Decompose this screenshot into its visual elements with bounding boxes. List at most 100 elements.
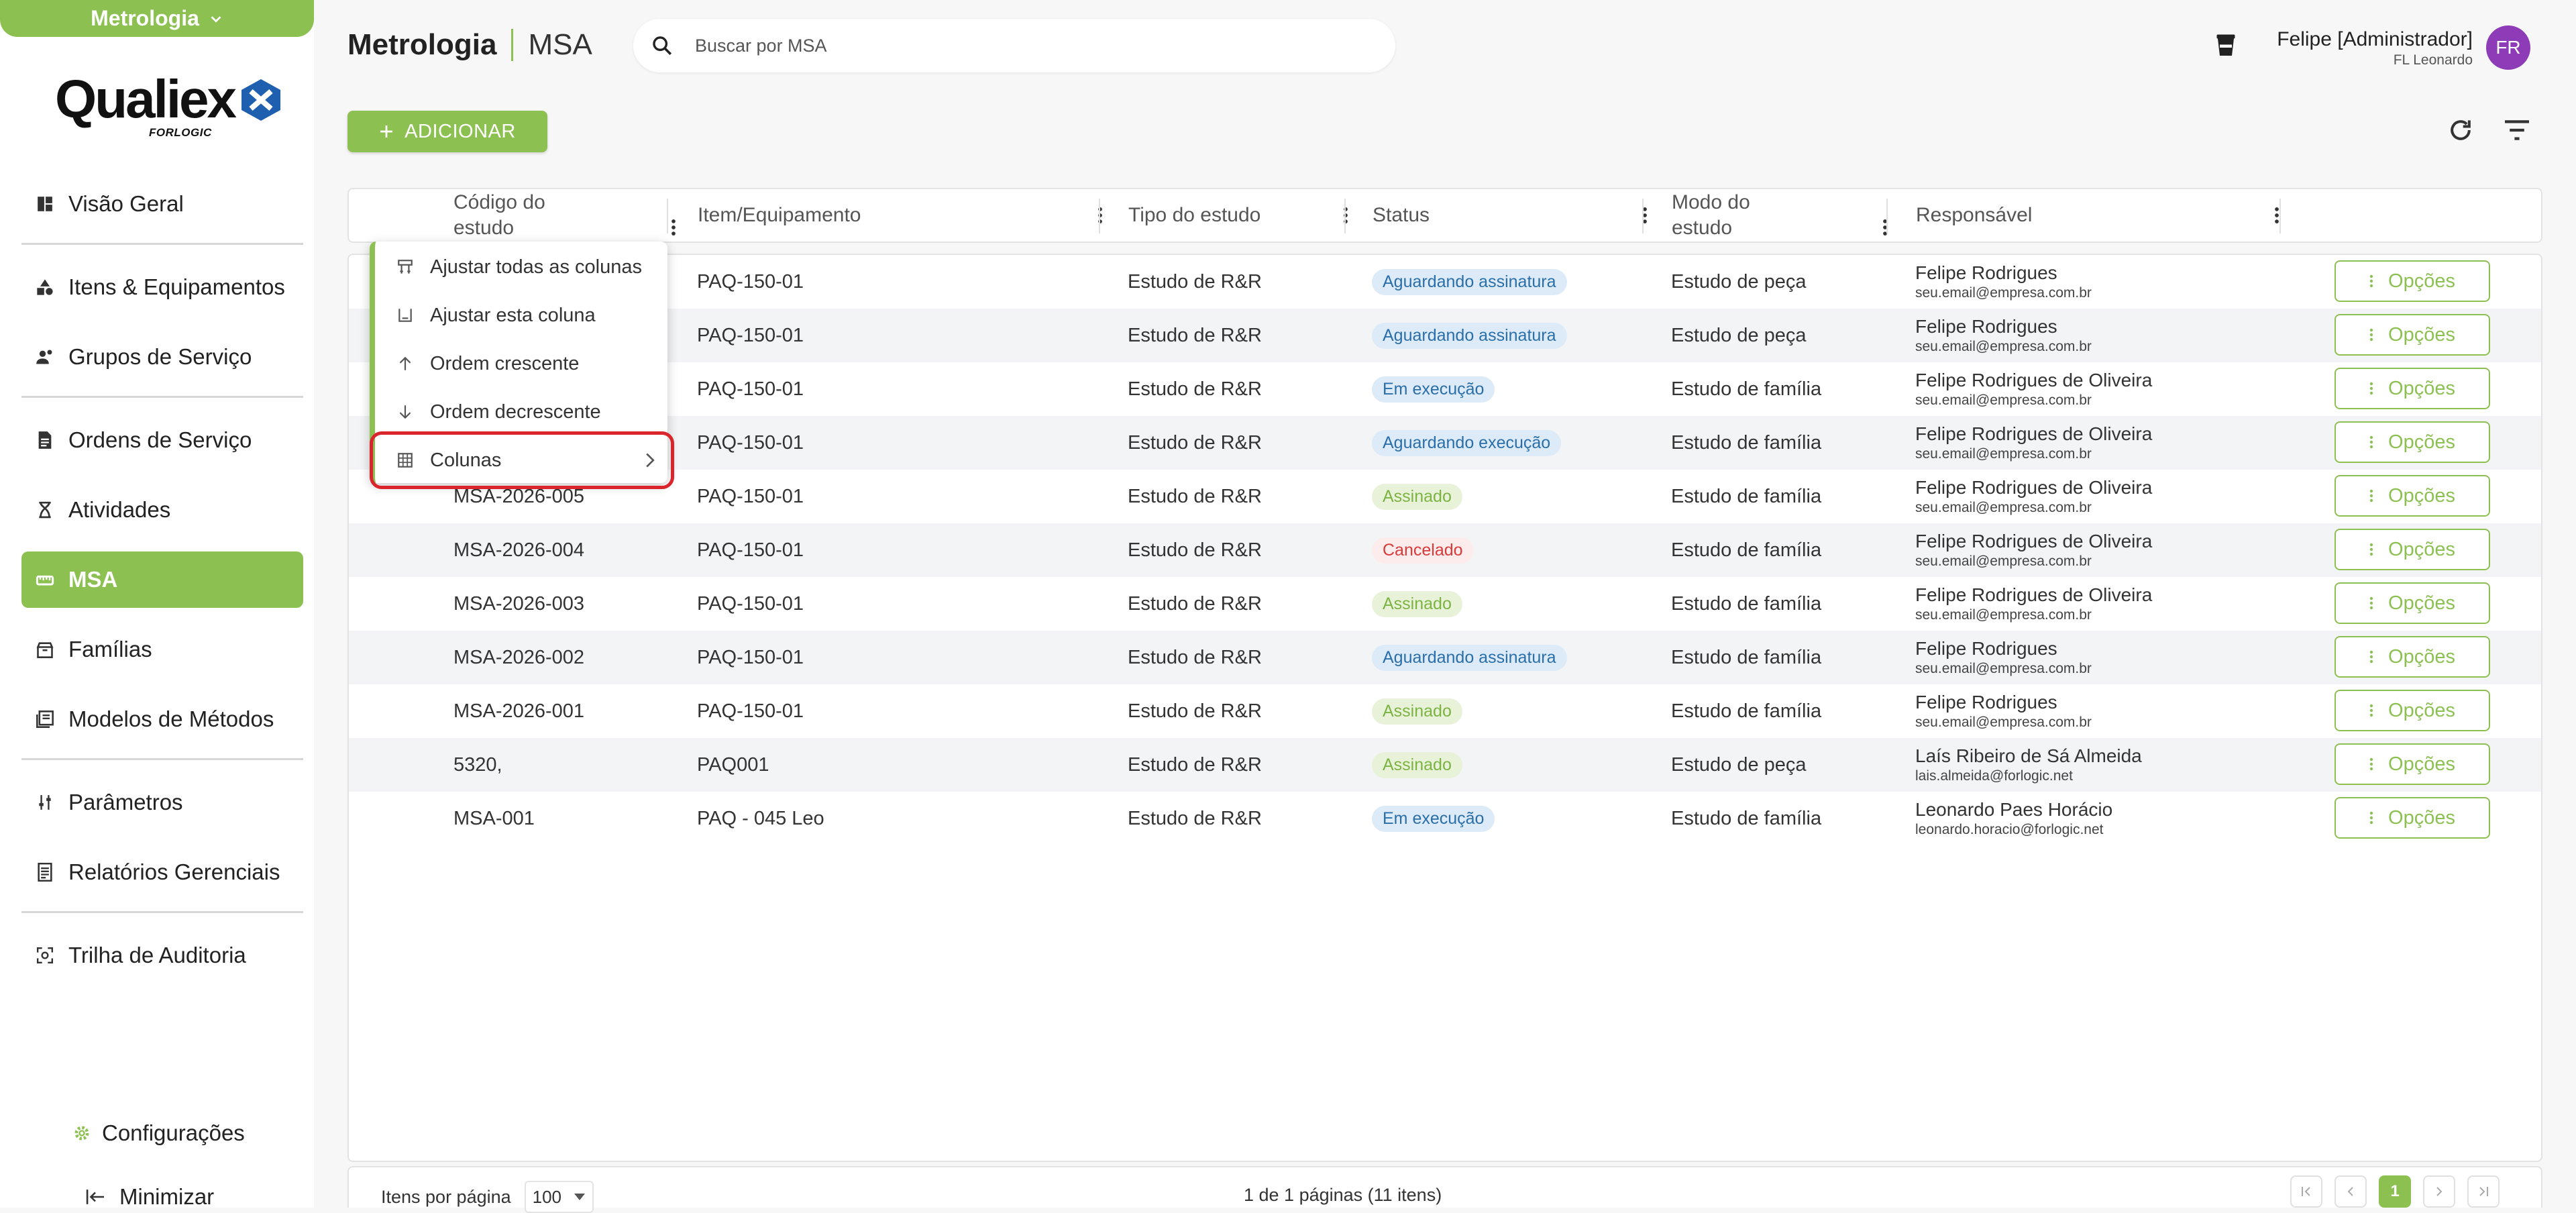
pagination-bar: Itens por página 100 1 de 1 páginas (11 …: [347, 1166, 2542, 1213]
options-button[interactable]: Opções: [2334, 260, 2490, 302]
sidebar-item-visao-geral[interactable]: Visão Geral: [21, 176, 303, 232]
column-separator: [1886, 199, 1888, 233]
table-row[interactable]: MSA-001 PAQ - 045 Leo Estudo de R&R Em exec…: [349, 792, 2541, 845]
options-button[interactable]: Opções: [2334, 797, 2490, 839]
chevron-down-icon: [209, 11, 223, 26]
table-row[interactable]: MSA-2026-001 PAQ-150-01 Estudo de R&R Assin…: [349, 684, 2541, 738]
menu-item-sort-descending[interactable]: Ordem decrescente: [395, 392, 657, 432]
settings-link[interactable]: Configurações: [72, 1120, 245, 1146]
sidebar-item-itens-equipamentos[interactable]: Itens & Equipamentos: [21, 259, 303, 315]
hourglass-icon: [35, 500, 55, 520]
cell-item: PAQ-150-01: [697, 700, 804, 722]
avatar[interactable]: FR: [2486, 25, 2530, 70]
sidebar-item-modelos-metodos[interactable]: Modelos de Métodos: [21, 691, 303, 747]
column-header-tipo[interactable]: Tipo do estudo: [1128, 189, 1360, 242]
column-separator: [2279, 199, 2281, 233]
table-row[interactable]: PAQ-150-01 Estudo de R&R Aguardando execuç…: [349, 416, 2541, 470]
filter-icon[interactable]: [2502, 118, 2532, 142]
column-header-status[interactable]: Status: [1373, 189, 1660, 242]
refresh-icon[interactable]: [2446, 115, 2475, 145]
settings-label: Configurações: [102, 1120, 245, 1145]
table-row[interactable]: MSA-2026-002 PAQ-150-01 Estudo de R&R Aguar…: [349, 631, 2541, 684]
fit-all-columns-icon: [395, 257, 415, 277]
sidebar-item-familias[interactable]: Famílias: [21, 621, 303, 678]
cell-status: Em execução: [1372, 362, 1495, 416]
cell-status: Assinado: [1372, 738, 1462, 792]
cell-code: MSA-2026-003: [453, 592, 585, 615]
cell-study-type: Estudo de R&R: [1128, 592, 1262, 615]
sidebar-item-trilha-auditoria[interactable]: Trilha de Auditoria: [21, 927, 303, 984]
status-badge: Aguardando assinatura: [1372, 268, 1567, 295]
first-page-button[interactable]: [2290, 1175, 2322, 1208]
coffee-icon[interactable]: [2214, 32, 2238, 59]
sidebar-item-parametros[interactable]: Parâmetros: [21, 774, 303, 831]
cell-item: PAQ-150-01: [697, 646, 804, 668]
column-header-modo[interactable]: Modo do estudo: [1672, 189, 1900, 242]
column-menu-icon[interactable]: [671, 219, 676, 236]
cell-responsible: Felipe Rodrigues seu.email@empresa.com.br: [1915, 684, 2092, 738]
cell-study-type: Estudo de R&R: [1128, 646, 1262, 668]
sidebar-item-msa[interactable]: MSA: [21, 551, 303, 608]
menu-item-fit-all-columns[interactable]: Ajustar todas as colunas: [395, 247, 657, 287]
sidebar-item-label: Visão Geral: [68, 191, 184, 216]
search-input[interactable]: [694, 34, 1300, 57]
menu-item-sort-ascending[interactable]: Ordem crescente: [395, 344, 657, 384]
column-header-label: Tipo do estudo: [1128, 204, 1261, 226]
options-button[interactable]: Opções: [2334, 475, 2490, 517]
cell-item: PAQ-150-01: [697, 431, 804, 454]
options-button[interactable]: Opções: [2334, 690, 2490, 731]
table-row[interactable]: PAQ-150-01 Estudo de R&R Em execução Estudo…: [349, 362, 2541, 416]
shapes-icon: [35, 277, 55, 297]
sidebar-item-atividades[interactable]: Atividades: [21, 482, 303, 538]
column-header-codigo[interactable]: Código do estudo: [453, 189, 688, 242]
options-button[interactable]: Opções: [2334, 421, 2490, 463]
module-switcher[interactable]: Metrologia: [0, 0, 314, 37]
table-row[interactable]: PAQ-150-01 Estudo de R&R Aguardando assina…: [349, 255, 2541, 309]
sidebar-item-relatorios[interactable]: Relatórios Gerenciais: [21, 844, 303, 900]
column-menu-icon[interactable]: [2274, 207, 2279, 224]
options-button[interactable]: Opções: [2334, 314, 2490, 356]
user-info[interactable]: Felipe [Administrador] FL Leonardo: [2277, 28, 2473, 68]
table-row[interactable]: MSA-2026-003 PAQ-150-01 Estudo de R&R Assin…: [349, 577, 2541, 631]
cell-study-mode: Estudo de família: [1671, 807, 1822, 829]
page-info: 1 de 1 páginas (11 itens): [1244, 1185, 1442, 1205]
sidebar-item-ordens-servico[interactable]: Ordens de Serviço: [21, 412, 303, 468]
table-row[interactable]: 5320, PAQ001 Estudo de R&R Assinado Estudo d…: [349, 738, 2541, 792]
menu-item-label: Ajustar esta coluna: [430, 304, 596, 326]
table-row[interactable]: MSA-2026-005 PAQ-150-01 Estudo de R&R Assin…: [349, 470, 2541, 523]
options-button[interactable]: Opções: [2334, 368, 2490, 409]
page-button-current[interactable]: 1: [2379, 1175, 2411, 1208]
add-button[interactable]: ADICIONAR: [347, 111, 547, 152]
last-page-button[interactable]: [2467, 1175, 2500, 1208]
sidebar-item-label: Relatórios Gerenciais: [68, 859, 280, 884]
divider: [21, 396, 303, 398]
status-badge: Em execução: [1372, 376, 1495, 403]
options-button[interactable]: Opções: [2334, 582, 2490, 624]
menu-item-fit-column[interactable]: Ajustar esta coluna: [395, 295, 657, 335]
table-row[interactable]: PAQ-150-01 Estudo de R&R Aguardando assina…: [349, 309, 2541, 362]
options-button[interactable]: Opções: [2334, 743, 2490, 785]
cell-study-mode: Estudo de família: [1671, 485, 1822, 507]
responsible-name: Felipe Rodrigues de Oliveira: [1915, 584, 2153, 605]
caret-down-icon: [574, 1193, 586, 1201]
cell-study-type: Estudo de R&R: [1128, 431, 1262, 454]
sidebar-item-label: Ordens de Serviço: [68, 427, 252, 452]
minimize-button[interactable]: Minimizar: [85, 1184, 214, 1210]
column-header-responsavel[interactable]: Responsável: [1916, 189, 2292, 242]
next-page-button[interactable]: [2423, 1175, 2455, 1208]
cell-status: Aguardando assinatura: [1372, 255, 1567, 309]
options-button[interactable]: Opções: [2334, 529, 2490, 570]
table-row[interactable]: MSA-2026-004 PAQ-150-01 Estudo de R&R Cance…: [349, 523, 2541, 577]
options-button[interactable]: Opções: [2334, 636, 2490, 678]
items-per-page-value: 100: [532, 1186, 562, 1207]
sliders-icon: [35, 792, 55, 812]
prev-page-button[interactable]: [2334, 1175, 2367, 1208]
cell-item: PAQ-150-01: [697, 485, 804, 507]
options-button-label: Opções: [2388, 806, 2455, 829]
document-icon: [35, 430, 55, 450]
sidebar-item-grupos-servico[interactable]: Grupos de Serviço: [21, 329, 303, 385]
responsible-email: lais.almeida@forlogic.net: [1915, 768, 2073, 784]
cell-code: MSA-001: [453, 807, 535, 829]
column-header-item[interactable]: Item/Equipamento: [698, 189, 1115, 242]
items-per-page-select[interactable]: 100: [524, 1181, 594, 1213]
